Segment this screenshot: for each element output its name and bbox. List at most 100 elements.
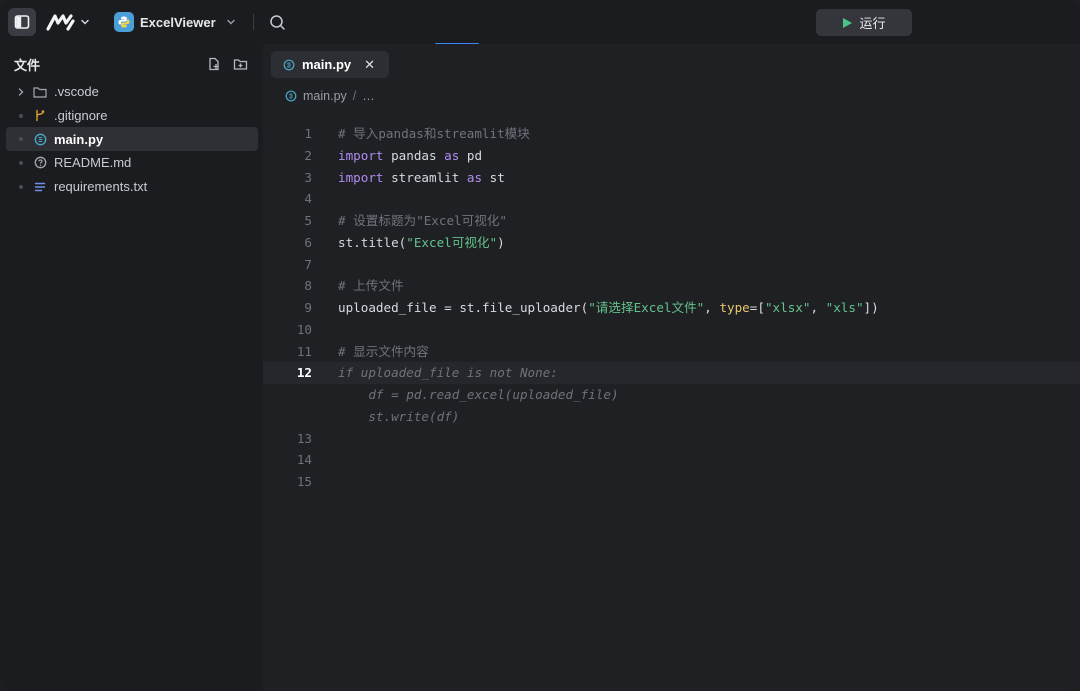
code-line[interactable]: 10 (263, 319, 1080, 341)
tree-item-requirements[interactable]: requirements.txt (6, 175, 258, 199)
code-line[interactable]: 8 # 上传文件 (263, 275, 1080, 297)
chevron-down-icon (226, 19, 235, 25)
editor-pane: main.py ✕ main.py / … 1 # 导入pandas和stream… (263, 44, 1080, 691)
toolbar-divider (253, 14, 254, 30)
code-token: type (719, 300, 750, 315)
tab-label: main.py (302, 57, 352, 72)
top-bar: ExcelViewer 运行 (0, 0, 1080, 45)
code-text: # 设置标题为"Excel可视化" (338, 210, 507, 232)
line-number: 12 (296, 365, 312, 381)
code-line[interactable]: 5 # 设置标题为"Excel可视化" (263, 210, 1080, 232)
python-project-icon (114, 12, 134, 32)
file-explorer: 文件 .vscode .gitignore main.py README.md … (0, 44, 263, 691)
code-line[interactable]: 4 (263, 188, 1080, 210)
code-text: # 上传文件 (338, 275, 404, 297)
code-line[interactable]: 3 import streamlit as st (263, 167, 1080, 189)
bullet (14, 184, 28, 189)
code-line[interactable]: 13 (263, 428, 1080, 450)
line-number: 1 (304, 126, 312, 141)
python-file-icon (285, 90, 297, 102)
code-token: import (338, 147, 384, 163)
bullet (14, 160, 28, 165)
tree-item-label: requirements.txt (54, 179, 148, 195)
close-icon[interactable]: ✕ (364, 57, 375, 73)
breadcrumb: main.py / … (285, 86, 375, 106)
git-icon (32, 109, 48, 122)
tree-item-gitignore[interactable]: .gitignore (6, 104, 258, 128)
app-logo-menu[interactable] (46, 10, 98, 34)
line-number: 6 (304, 234, 312, 250)
sidebar-toggle-button[interactable] (8, 8, 36, 36)
code-text: df = pd.read_excel(uploaded_file) (338, 384, 618, 406)
code-text: st.write(df) (338, 406, 459, 428)
code-token: st.title( (338, 234, 407, 250)
breadcrumb-more[interactable]: … (362, 89, 375, 103)
code-token: # 导入pandas和streamlit模块 (338, 126, 530, 141)
code-token: streamlit (383, 169, 467, 185)
project-name: ExcelViewer (140, 14, 216, 30)
code-line[interactable]: 11 # 显示文件内容 (263, 341, 1080, 363)
tab-bar: main.py ✕ (263, 44, 1080, 82)
tree-item-label: main.py (54, 131, 104, 147)
code-line[interactable]: 9 uploaded_file = st.file_uploader("请选择Ex… (263, 297, 1080, 319)
code-line[interactable]: 15 (263, 471, 1080, 493)
tab-main-py[interactable]: main.py ✕ (271, 51, 389, 78)
bullet (14, 113, 28, 118)
line-number: 13 (296, 430, 312, 446)
new-folder-icon[interactable] (233, 57, 248, 71)
code-text: # 显示文件内容 (338, 341, 429, 363)
code-token: , (704, 300, 720, 315)
code-line[interactable]: 7 (263, 254, 1080, 276)
code-token: pandas (383, 147, 445, 163)
code-line[interactable]: 2 import pandas as pd (263, 145, 1080, 167)
line-number: 3 (304, 169, 312, 185)
chevron-right-icon[interactable] (14, 87, 28, 97)
line-number: 15 (296, 474, 312, 489)
line-number: 4 (304, 191, 312, 207)
code-editor[interactable]: 1 # 导入pandas和streamlit模块 2 import pandas as… (263, 123, 1080, 493)
code-text: uploaded_file = st.file_uploader("请选择Exc… (338, 297, 879, 319)
breadcrumb-file[interactable]: main.py (303, 89, 347, 103)
line-number: 2 (304, 147, 312, 163)
file-tree: .vscode .gitignore main.py README.md req… (6, 80, 258, 198)
tree-item-label: .vscode (54, 84, 99, 100)
line-number: 10 (296, 321, 312, 337)
line-number: 7 (304, 256, 312, 272)
code-line[interactable]: 12 if uploaded_file is not None: (263, 362, 1080, 384)
tree-item-label: .gitignore (54, 108, 108, 124)
code-token: "xls" (825, 300, 864, 315)
code-token: "请选择Excel文件" (588, 300, 705, 315)
project-selector[interactable]: ExcelViewer (114, 10, 236, 34)
breadcrumb-separator: / (352, 89, 357, 103)
play-icon (843, 17, 853, 28)
sidebar-toggle-icon (14, 15, 30, 29)
python-file-icon (32, 133, 48, 146)
code-token: "xlsx" (764, 300, 811, 315)
readme-icon (32, 156, 48, 169)
code-token: st.write(df) (338, 408, 460, 424)
code-text: st.title("Excel可视化") (338, 232, 505, 254)
tree-item-vscode[interactable]: .vscode (6, 80, 258, 104)
run-button[interactable]: 运行 (816, 9, 912, 36)
search-button[interactable] (266, 11, 288, 33)
tree-item-main-py[interactable]: main.py (6, 127, 258, 152)
code-text: import pandas as pd (338, 145, 482, 167)
code-line[interactable]: 1 # 导入pandas和streamlit模块 (263, 123, 1080, 145)
app-window: ExcelViewer 运行 文件 .vscode .gitignore mai… (0, 0, 1080, 691)
tree-item-readme[interactable]: README.md (6, 151, 258, 175)
code-line[interactable]: 6 st.title("Excel可视化") (263, 232, 1080, 254)
code-token: =[ (749, 300, 765, 315)
new-file-icon[interactable] (207, 57, 221, 71)
code-text: import streamlit as st (338, 167, 505, 189)
code-token: # 显示文件内容 (338, 343, 429, 359)
code-line[interactable]: 14 (263, 449, 1080, 471)
explorer-title: 文件 (14, 57, 41, 73)
code-line[interactable]: df = pd.read_excel(uploaded_file) (263, 384, 1080, 406)
text-file-icon (32, 181, 48, 193)
code-token: "Excel可视化" (406, 234, 498, 250)
line-number: 5 (304, 213, 312, 228)
code-line[interactable]: st.write(df) (263, 406, 1080, 428)
code-token: ]) (863, 300, 879, 315)
logo-icon (46, 14, 75, 31)
search-icon (269, 14, 285, 30)
